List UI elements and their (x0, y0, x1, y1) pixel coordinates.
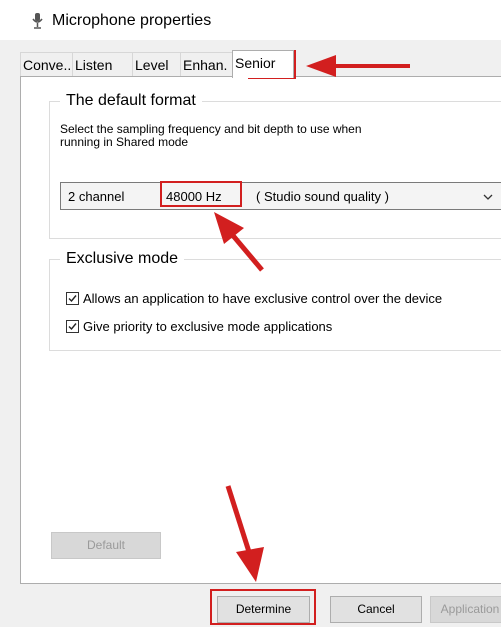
annotation-highlight-frequency (160, 181, 242, 207)
check-icon (68, 323, 77, 331)
tab-communications[interactable]: Conve.. (20, 52, 74, 77)
exclusive-priority-checkbox[interactable] (66, 320, 79, 333)
window-title: Microphone properties (52, 12, 212, 29)
annotation-highlight-determine (210, 589, 316, 625)
title-bar: Microphone properties (0, 0, 501, 40)
tab-panel: The default format Select the sampling f… (20, 76, 501, 584)
exclusive-mode-group: Exclusive mode Allows an application to … (49, 250, 501, 351)
apply-button[interactable]: Application (430, 596, 501, 623)
tab-enhancements[interactable]: Enhan. (180, 52, 236, 77)
properties-window: Microphone properties Conve.. Listen Lev… (0, 0, 501, 627)
exclusive-priority-label: Give priority to exclusive mode applicat… (83, 319, 333, 334)
exclusive-mode-title: Exclusive mode (60, 250, 185, 268)
arrow-to-tab (306, 55, 410, 77)
chevron-down-icon (483, 194, 493, 200)
exclusive-control-label: Allows an application to have exclusive … (83, 291, 443, 306)
channel-text: 2 channel (68, 189, 125, 204)
default-format-group: The default format Select the sampling f… (49, 92, 501, 239)
sample-rate-dropdown[interactable]: 2 channel 48000 Hz ( Studio sound qualit… (60, 182, 501, 210)
tab-level[interactable]: Level (132, 52, 182, 77)
check-icon (68, 295, 77, 303)
tab-listen[interactable]: Listen (72, 52, 134, 77)
tab-advanced[interactable]: Senior (232, 50, 294, 78)
default-format-description-2: running in Shared mode (60, 135, 189, 149)
quality-text: ( Studio sound quality ) (256, 189, 389, 204)
default-button[interactable]: Default (51, 532, 161, 559)
exclusive-control-checkbox[interactable] (66, 292, 79, 305)
default-format-title: The default format (60, 92, 202, 110)
microphone-icon (32, 13, 43, 29)
cancel-button[interactable]: Cancel (330, 596, 422, 623)
